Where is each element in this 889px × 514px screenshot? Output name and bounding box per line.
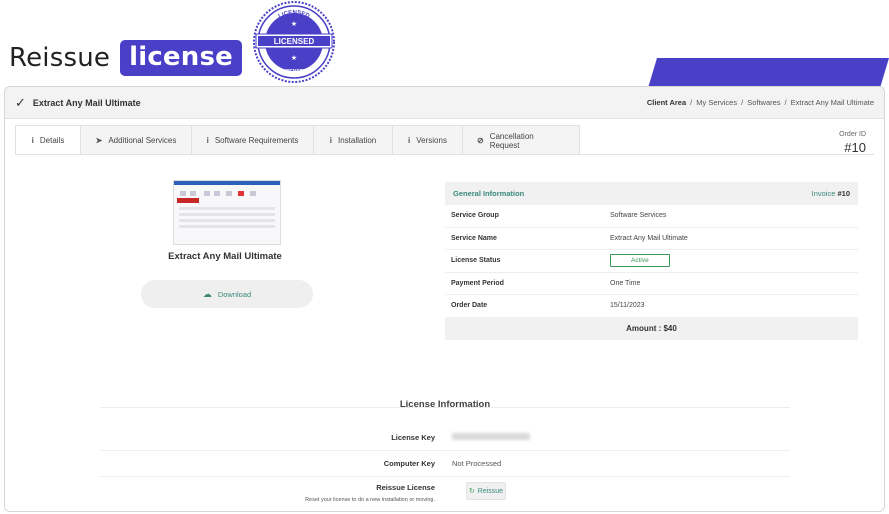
refresh-icon: ↻ [468, 488, 475, 495]
product-screenshot-thumbnail [173, 180, 281, 245]
decorative-slant-banner [648, 58, 889, 88]
tab-details[interactable]: i Details [15, 125, 81, 155]
breadcrumb-separator: / [690, 98, 693, 107]
download-label: Download [217, 289, 252, 299]
computer-key-value: Not Processed [452, 459, 502, 468]
license-information-title: License Information [399, 399, 491, 410]
info-row-license-status: License Status Active [445, 250, 858, 273]
tab-label: Versions [416, 136, 447, 145]
ban-icon: ⊘ [477, 136, 484, 145]
breadcrumb-client-area[interactable]: Client Area [647, 98, 686, 107]
tab-label: Cancellation Request [489, 131, 534, 150]
amount-total: Amount : $40 [445, 317, 858, 340]
computer-key-label: Computer Key [383, 459, 435, 468]
tab-cancellation-request[interactable]: ⊘ Cancellation Request [462, 125, 580, 155]
tab-additional-services[interactable]: ➤ Additional Services [80, 125, 192, 155]
tab-label: Details [39, 136, 65, 145]
general-information-header: General Information Invoice #10 [445, 182, 858, 205]
status-badge: Active [610, 254, 670, 268]
invoice-link[interactable]: Invoice #10 [812, 189, 850, 198]
svg-text:LICENSED: LICENSED [274, 37, 315, 46]
hero-title-highlight: license [120, 40, 242, 76]
breadcrumb-my-services[interactable]: My Services [696, 98, 737, 107]
card-header: ✓ Extract Any Mail Ultimate Client Area … [5, 87, 884, 119]
info-row-payment-period: Payment Period One Time [445, 273, 858, 295]
card-product-title: Extract Any Mail Ultimate [32, 97, 141, 108]
cloud-download-icon: ☁ [202, 288, 212, 299]
breadcrumb-separator: / [741, 98, 744, 107]
reissue-button[interactable]: ↻ Reissue [466, 482, 506, 500]
svg-text:LICENSED: LICENSED [281, 69, 307, 75]
tab-label: Installation [337, 136, 377, 145]
download-button[interactable]: ☁ Download [141, 280, 313, 308]
order-id-number: #10 [844, 140, 866, 155]
breadcrumb: Client Area / My Services / Softwares / … [647, 98, 874, 107]
info-row-service-name: Service Name Extract Any Mail Ultimate [445, 228, 858, 250]
info-icon: i [206, 136, 209, 145]
breadcrumb-separator: / [784, 98, 787, 107]
license-key-row: License Key [100, 425, 790, 451]
tab-software-requirements[interactable]: i Software Requirements [191, 125, 314, 155]
info-icon: i [329, 136, 332, 145]
reissue-license-label: Reissue License [376, 483, 435, 492]
reissue-license-description: Reset your license to do a new installat… [305, 497, 435, 503]
license-divider [100, 407, 790, 408]
license-key-label: License Key [391, 433, 435, 442]
info-icon: i [31, 136, 34, 145]
general-information-panel: General Information Invoice #10 Service … [445, 182, 858, 340]
invoice-number: #10 [837, 189, 850, 198]
tab-label: Additional Services [108, 136, 177, 145]
svg-text:★: ★ [291, 54, 297, 62]
product-name: Extract Any Mail Ultimate [168, 251, 282, 262]
reissue-button-label: Reissue [477, 487, 504, 495]
service-details-card: ✓ Extract Any Mail Ultimate Client Area … [4, 86, 885, 512]
reissue-license-row: Reissue License Reset your license to do… [100, 477, 790, 503]
info-row-service-group: Service Group Software Services [445, 205, 858, 228]
order-id-label: Order ID [839, 131, 866, 138]
tab-bar: i Details ➤ Additional Services i Softwa… [15, 125, 580, 155]
check-icon: ✓ [15, 94, 26, 110]
tab-label: Software Requirements [214, 136, 299, 145]
breadcrumb-softwares[interactable]: Softwares [747, 98, 780, 107]
svg-text:★: ★ [291, 20, 297, 28]
rocket-icon: ➤ [95, 136, 103, 145]
license-key-value-redacted [452, 433, 530, 440]
computer-key-row: Computer Key Not Processed [100, 451, 790, 477]
info-icon: i [408, 136, 411, 145]
general-information-title: General Information [453, 189, 525, 198]
page-hero-title: Reissue license [9, 40, 242, 76]
tab-installation[interactable]: i Installation [313, 125, 393, 155]
licensed-seal-icon: LICENSED ★ LICENSED ★ LICENSED [253, 1, 335, 83]
breadcrumb-current: Extract Any Mail Ultimate [790, 98, 874, 107]
tab-versions[interactable]: i Versions [392, 125, 463, 155]
order-id: Order ID #10 [839, 131, 866, 155]
hero-title-text: Reissue [9, 43, 111, 73]
tab-divider [15, 154, 874, 155]
info-row-order-date: Order Date 15/11/2023 [445, 295, 858, 318]
